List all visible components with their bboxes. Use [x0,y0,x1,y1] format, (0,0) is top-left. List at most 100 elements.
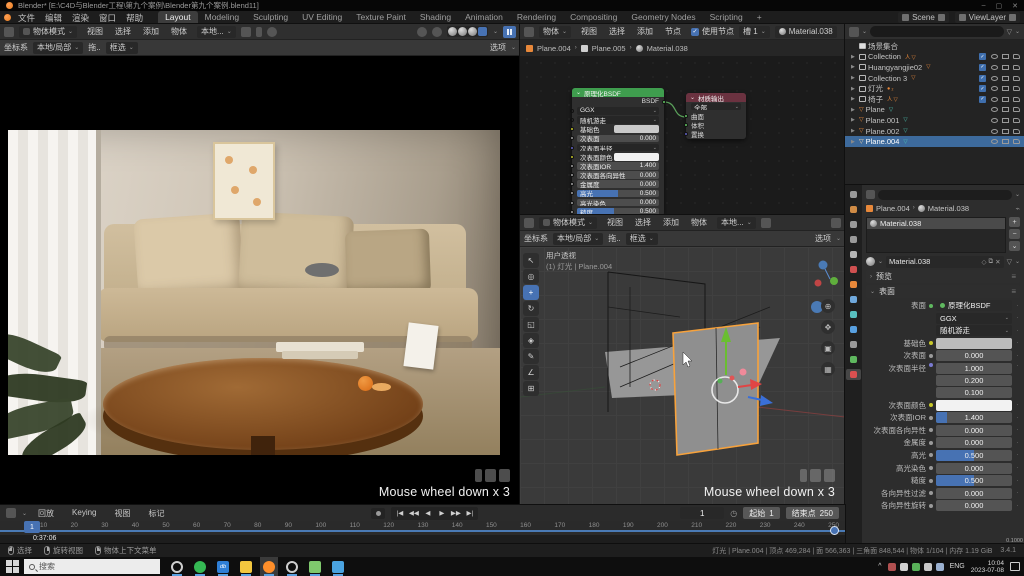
properties-tab[interactable] [846,204,861,215]
unlink-icon[interactable]: ✕ [995,258,1000,266]
material-property-row[interactable]: 次表面 0.000 ∙ [866,350,1020,361]
annotate-icon[interactable] [831,218,841,228]
node-property-row[interactable]: 金属度 0.000 ⌄ [572,180,664,189]
material-property-row[interactable]: 次表面各向异性 0.000 ∙ [866,425,1020,436]
mode-dropdown[interactable]: 物体模式⌄ [19,26,77,38]
add-slot-button[interactable]: + [1009,217,1020,227]
topbar-menu-item[interactable]: 编辑 [40,12,67,24]
expand-arrow-icon[interactable]: ▶ [851,107,857,113]
snap-options-icon[interactable] [256,27,262,37]
snap-magnet-icon[interactable] [761,218,771,228]
material-slot-list[interactable]: Material.038 [866,217,1006,253]
workspace-tab[interactable]: Shading [413,11,458,24]
tray-icon[interactable] [912,563,920,571]
viewport-disable-icon[interactable] [1002,76,1009,81]
properties-tab[interactable] [846,264,861,275]
playhead[interactable]: 1 [24,521,40,533]
material-property-row[interactable]: 糙度 0.500 ∙ [866,475,1020,486]
collection-checkbox[interactable]: ✓ [979,96,986,103]
hide-eye-icon[interactable] [991,86,998,91]
node-canvas[interactable]: ⌄ 原理化BSDF BSDF GGX [520,56,845,215]
outliner-row[interactable]: ▶ Plane ▽ ✓ [845,105,1024,116]
surface-panel-header[interactable]: ⌄表面 ≡ [866,285,1020,298]
select-tool-dropdown[interactable]: 框选⌄ [106,42,138,54]
material-property-row[interactable]: 各向异性旋转 0.000 ∙ 0.1000 [866,500,1020,511]
viewport-menu-item[interactable]: 添加 [138,26,164,37]
copy-icon[interactable]: ⧉ [988,258,993,266]
node-property-row[interactable]: 糙度 0.500 ⌄ [572,207,664,215]
workspace-tab[interactable]: Geometry Nodes [624,11,702,24]
tray-chevron-icon[interactable]: ^ [878,563,881,570]
tray-icon[interactable] [924,563,932,571]
coord-system-dropdown[interactable]: 本地/局部⌄ [553,233,603,245]
shading-mode-switch[interactable] [447,26,488,37]
preview-panel-header[interactable]: ›预览 ≡ [866,270,1020,283]
node-input-socket[interactable]: 置换 [686,130,746,139]
rendered-shading-icon[interactable] [478,27,487,36]
viewport-menu-item[interactable]: 物体 [686,217,712,228]
notification-icon[interactable] [1010,562,1020,571]
workspace-tab[interactable]: Scripting [703,11,750,24]
hide-eye-icon[interactable] [991,65,998,70]
viewport-disable-icon[interactable] [1002,86,1009,91]
close-button[interactable]: ✕ [1012,2,1018,10]
blender-menu-icon[interactable] [4,14,11,21]
remove-slot-button[interactable]: − [1009,229,1020,239]
properties-tab[interactable] [846,324,861,335]
workspace-tab[interactable]: Modeling [198,11,247,24]
taskbar-clock[interactable]: 10:04 2023-07-08 [971,560,1004,574]
material-property-row[interactable]: 金属度 0.000 ∙ [866,437,1020,448]
properties-tab[interactable] [846,234,861,245]
solid-shading-icon[interactable] [458,27,467,36]
maximize-button[interactable]: ▢ [996,2,1003,10]
material-name-field[interactable]: Material.038 ◇⧉✕ [886,256,1004,268]
viewport-tool-button[interactable]: ↻ [523,301,539,316]
end-frame-marker[interactable] [830,526,839,535]
viewport-tool-button[interactable]: ◈ [523,333,539,348]
collection-checkbox[interactable]: ✓ [979,85,986,92]
material-property-row[interactable]: 次表面半径 1.000 0.200 0.100 ∙ [866,363,1020,398]
material-output-node[interactable]: ⌄ 材质输出 全部⌄ 曲面 体积 [686,93,746,139]
properties-tab[interactable] [846,189,861,200]
workspace-tab[interactable]: Animation [458,11,510,24]
orientation-dropdown[interactable]: 本地...⌄ [717,217,756,229]
render-disable-icon[interactable] [1013,97,1020,102]
principled-bsdf-node[interactable]: ⌄ 原理化BSDF BSDF GGX [572,88,664,215]
hide-eye-icon[interactable] [991,97,998,102]
playback-button[interactable]: |◀ [393,508,406,519]
material-property-row[interactable]: 高光染色 0.000 ∙ [866,463,1020,474]
taskbar-app-button[interactable] [329,557,347,576]
snap-magnet-icon[interactable] [241,27,251,37]
material-property-row[interactable]: 基础色 ∙ [866,338,1020,349]
material-slot-dropdown[interactable]: 槽 1⌄ [739,26,770,38]
viewport-tool-button[interactable]: ◱ [523,317,539,332]
scene-selector[interactable]: Scene [898,12,949,23]
taskbar-app-button[interactable] [260,557,278,576]
expand-arrow-icon[interactable]: ▶ [851,75,857,81]
node-property-row[interactable]: 基础色 ⌄ [572,125,664,134]
editor-type-icon[interactable] [849,27,859,37]
workspace-tab[interactable]: Layout [158,11,198,24]
node-menu-item[interactable]: 视图 [576,26,602,37]
render-disable-icon[interactable] [1013,65,1020,70]
hide-eye-icon[interactable] [991,118,998,123]
node-property-row[interactable]: 次表面各向异性 0.000 ⌄ [572,171,664,180]
viewport-disable-icon[interactable] [1002,129,1009,134]
viewport-tool-button[interactable]: ⊞ [523,381,539,396]
material-property-row[interactable]: 次表面颜色 ∙ [866,400,1020,411]
outliner-search-input[interactable] [870,26,1004,37]
outliner-row[interactable]: ▶ Collection 3 ▽ ✓ [845,73,1024,84]
properties-tab[interactable] [846,354,861,365]
new-scene-icon[interactable] [938,14,945,21]
hide-eye-icon[interactable] [991,139,998,144]
node-header[interactable]: ⌄ 材质输出 [686,93,746,102]
current-frame-field[interactable]: 1 [680,507,724,519]
collection-checkbox[interactable]: ✓ [979,53,986,60]
tray-icon[interactable] [936,563,944,571]
viewport-menu-item[interactable]: 选择 [630,217,656,228]
editor-type-icon[interactable] [524,27,534,37]
node-header[interactable]: ⌄ 原理化BSDF [572,88,664,97]
editor-type-icon[interactable] [6,508,16,518]
viewport-3d-canvas[interactable]: 用户透视 (1) 灯光 | Plane.004 ↖◎+↻◱◈✎∠⊞ [520,247,845,505]
viewport-menu-item[interactable]: 选择 [110,26,136,37]
